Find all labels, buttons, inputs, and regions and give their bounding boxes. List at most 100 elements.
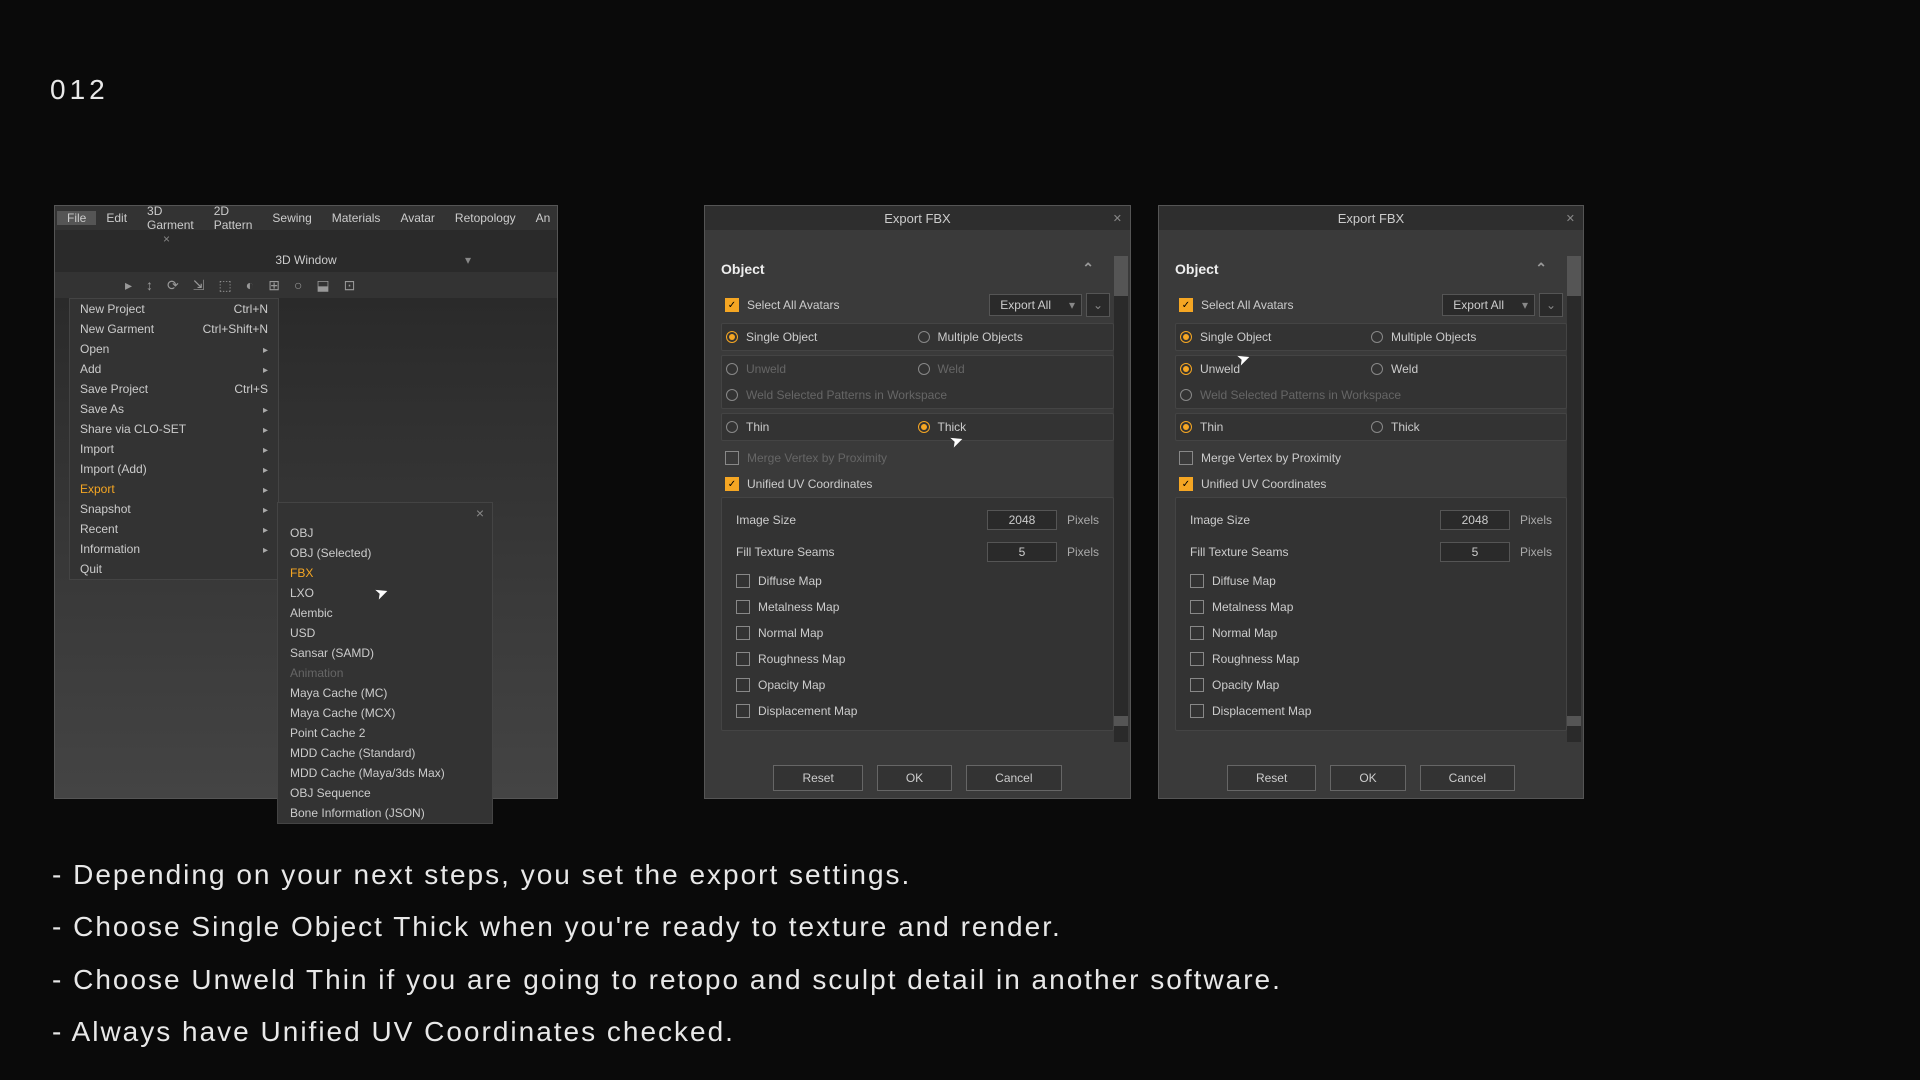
submenu-item-alembic[interactable]: Alembic (278, 603, 492, 623)
tool-icon[interactable]: ⇲ (193, 277, 205, 294)
thin-label: Thin (1200, 420, 1223, 434)
submenu-item-mdd-cache-maya-ds-max-[interactable]: MDD Cache (Maya/3ds Max) (278, 763, 492, 783)
image-size-input[interactable]: 2048 (987, 510, 1057, 530)
export-dropdown[interactable]: Export All (989, 294, 1082, 316)
menubar-item-materials[interactable]: Materials (322, 211, 391, 225)
tool-icon[interactable]: ○ (294, 277, 302, 293)
tool-icon[interactable]: ⊞ (268, 277, 280, 294)
menu-item-import[interactable]: Import ▸ (70, 439, 278, 459)
thick-radio[interactable] (918, 421, 930, 433)
ok-button[interactable]: OK (877, 765, 952, 791)
single-object-radio[interactable] (1180, 331, 1192, 343)
thin-radio[interactable] (726, 421, 738, 433)
menubar-item-3d-garment[interactable]: 3D Garment (137, 204, 204, 232)
displacement-map-checkbox[interactable] (736, 704, 750, 718)
multiple-objects-radio[interactable] (918, 331, 930, 343)
menu-item-new-garment[interactable]: New GarmentCtrl+Shift+N (70, 319, 278, 339)
submenu-item-obj-sequence[interactable]: OBJ Sequence (278, 783, 492, 803)
menu-item-share-via-clo-set[interactable]: Share via CLO-SET ▸ (70, 419, 278, 439)
submenu-item-sansar-samd-[interactable]: Sansar (SAMD) (278, 643, 492, 663)
menu-item-open[interactable]: Open ▸ (70, 339, 278, 359)
submenu-item-maya-cache-mc-[interactable]: Maya Cache (MC) (278, 683, 492, 703)
submenu-item-mdd-cache-standard-[interactable]: MDD Cache (Standard) (278, 743, 492, 763)
submenu-item-obj[interactable]: OBJ (278, 523, 492, 543)
menu-item-import-add-[interactable]: Import (Add) ▸ (70, 459, 278, 479)
roughness-map-checkbox[interactable] (736, 652, 750, 666)
metalness-map-checkbox[interactable] (736, 600, 750, 614)
submenu-item-fbx[interactable]: FBX (278, 563, 492, 583)
diffuse-map-checkbox[interactable] (736, 574, 750, 588)
image-size-input[interactable]: 2048 (1440, 510, 1510, 530)
thick-radio[interactable] (1371, 421, 1383, 433)
cancel-button[interactable]: Cancel (1420, 765, 1515, 791)
window-title: 3D Window ▾ (55, 248, 557, 272)
close-icon[interactable]: ✕ (1566, 212, 1575, 225)
displacement-map-checkbox[interactable] (1190, 704, 1204, 718)
diffuse-map-checkbox[interactable] (1190, 574, 1204, 588)
menu-item-quit[interactable]: Quit (70, 559, 278, 579)
menubar-item-2d-pattern[interactable]: 2D Pattern (204, 204, 263, 232)
unweld-radio[interactable] (1180, 363, 1192, 375)
menubar-item-sewing[interactable]: Sewing (262, 211, 321, 225)
ok-button[interactable]: OK (1330, 765, 1405, 791)
tool-icon[interactable]: ◐ (246, 277, 254, 293)
tool-icon[interactable]: ▸ (125, 277, 132, 294)
menu-item-information[interactable]: Information ▸ (70, 539, 278, 559)
submenu-item-maya-cache-mcx-[interactable]: Maya Cache (MCX) (278, 703, 492, 723)
normal-map-checkbox[interactable] (736, 626, 750, 640)
tool-icon[interactable]: ⊡ (344, 277, 356, 294)
reset-button[interactable]: Reset (773, 765, 862, 791)
tool-icon[interactable]: ↕ (146, 277, 153, 293)
thin-radio[interactable] (1180, 421, 1192, 433)
expand-button[interactable]: ⌄ (1539, 293, 1563, 317)
menu-item-recent[interactable]: Recent ▸ (70, 519, 278, 539)
fill-texture-input[interactable]: 5 (1440, 542, 1510, 562)
menu-item-snapshot[interactable]: Snapshot ▸ (70, 499, 278, 519)
submenu-item-bone-information-json-[interactable]: Bone Information (JSON) (278, 803, 492, 823)
single-object-label: Single Object (746, 330, 817, 344)
expand-button[interactable]: ⌄ (1086, 293, 1110, 317)
opacity-map-checkbox[interactable] (1190, 678, 1204, 692)
select-all-checkbox[interactable]: ✓ (725, 298, 739, 312)
menu-item-save-project[interactable]: Save ProjectCtrl+S (70, 379, 278, 399)
menubar-item-file[interactable]: File (57, 211, 96, 225)
menu-item-new-project[interactable]: New ProjectCtrl+N (70, 299, 278, 319)
submenu-item-obj-selected-[interactable]: OBJ (Selected) (278, 543, 492, 563)
reset-button[interactable]: Reset (1227, 765, 1316, 791)
tool-icon[interactable]: ⟳ (167, 277, 179, 294)
merge-vertex-checkbox[interactable] (1179, 451, 1193, 465)
submenu-item-usd[interactable]: USD (278, 623, 492, 643)
menubar-item-retopology[interactable]: Retopology (445, 211, 526, 225)
menu-item-save-as[interactable]: Save As ▸ (70, 399, 278, 419)
close-icon[interactable]: ✕ (1113, 212, 1122, 225)
submenu-item-point-cache-[interactable]: Point Cache 2 (278, 723, 492, 743)
tool-icon[interactable]: ⬓ (316, 277, 329, 294)
section-header[interactable]: Object⌃ (1175, 240, 1567, 287)
submenu-item-lxo[interactable]: LXO (278, 583, 492, 603)
section-header[interactable]: Object⌃ (721, 240, 1114, 287)
normal-map-checkbox[interactable] (1190, 626, 1204, 640)
tool-icon[interactable]: ⬚ (219, 277, 232, 294)
merge-vertex-label: Merge Vertex by Proximity (1201, 451, 1341, 465)
menubar-item-edit[interactable]: Edit (96, 211, 137, 225)
single-object-radio[interactable] (726, 331, 738, 343)
scrollbar[interactable] (1567, 256, 1581, 742)
cancel-button[interactable]: Cancel (966, 765, 1061, 791)
menu-item-export[interactable]: Export ▸ (70, 479, 278, 499)
scrollbar[interactable] (1114, 256, 1128, 742)
menubar-item-avatar[interactable]: Avatar (390, 211, 444, 225)
roughness-map-checkbox[interactable] (1190, 652, 1204, 666)
fill-texture-input[interactable]: 5 (987, 542, 1057, 562)
close-icon[interactable]: × (278, 503, 492, 523)
unified-uv-checkbox[interactable]: ✓ (1179, 477, 1193, 491)
caption-line: - Choose Single Object Thick when you're… (52, 902, 1282, 952)
opacity-map-checkbox[interactable] (736, 678, 750, 692)
menubar-item-an[interactable]: An (526, 211, 561, 225)
multiple-objects-radio[interactable] (1371, 331, 1383, 343)
metalness-map-checkbox[interactable] (1190, 600, 1204, 614)
unified-uv-checkbox[interactable]: ✓ (725, 477, 739, 491)
select-all-checkbox[interactable]: ✓ (1179, 298, 1193, 312)
menu-item-add[interactable]: Add ▸ (70, 359, 278, 379)
weld-radio[interactable] (1371, 363, 1383, 375)
export-dropdown[interactable]: Export All (1442, 294, 1535, 316)
